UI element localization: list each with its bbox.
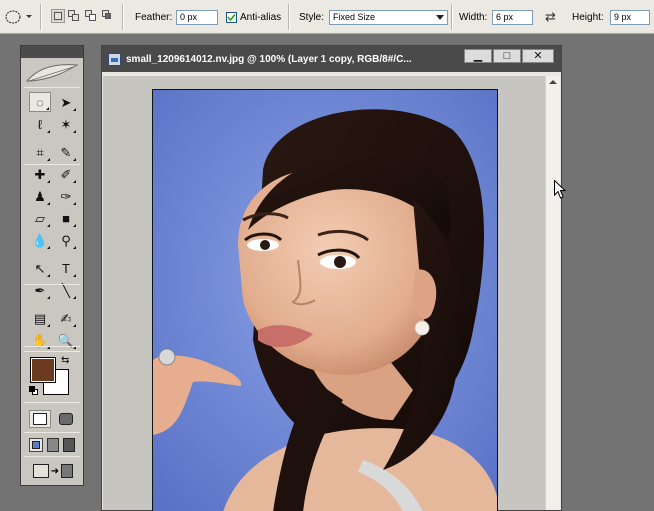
document-title: small_1209614012.nv.jpg @ 100% (Layer 1 … (126, 54, 412, 65)
imageready-icon (32, 464, 49, 478)
scroll-up-icon[interactable] (549, 80, 557, 84)
feather-icon (25, 64, 79, 82)
height-label: Height: (572, 11, 604, 23)
arrow-right-icon: ➜ (50, 465, 60, 477)
feather-label: Feather: (135, 11, 173, 23)
standard-mode-button[interactable] (29, 410, 51, 428)
jump-to-imageready-button[interactable]: ➜ (31, 462, 75, 480)
swap-colors-icon[interactable]: ⇆ (61, 355, 69, 366)
lasso-tool[interactable]: ℓ (29, 114, 51, 134)
add-to-selection-button[interactable] (67, 9, 81, 23)
history-brush-icon: ✑ (60, 188, 72, 204)
minimize-button[interactable]: ▁ (464, 49, 492, 63)
zoom-icon: 🔍 (57, 332, 75, 348)
path-selection-tool[interactable]: ↖ (29, 258, 51, 278)
clone-stamp-icon: ♟ (34, 188, 46, 204)
hand-icon: ✋ (31, 332, 49, 348)
brush-icon: ✐ (60, 166, 72, 182)
hand-tool[interactable]: ✋ (29, 330, 51, 350)
style-dropdown[interactable]: Fixed Size (329, 0, 448, 34)
mouse-pointer-icon (554, 180, 566, 199)
document-titlebar[interactable]: small_1209614012.nv.jpg @ 100% (Layer 1 … (102, 46, 561, 72)
feather-input[interactable]: 0 px (176, 9, 218, 25)
rect-marquee-icon: ◌ (36, 94, 44, 110)
move-icon: ➤ (60, 94, 72, 110)
clone-stamp-tool[interactable]: ♟ (29, 186, 51, 206)
checkbox-checked-icon (226, 11, 237, 23)
minimize-icon: ▁ (473, 50, 483, 62)
gradient-tool[interactable]: ■ (55, 208, 77, 228)
close-icon: ✕ (533, 50, 543, 62)
canvas-image[interactable] (152, 89, 498, 511)
eraser-tool[interactable]: ▱ (29, 208, 51, 228)
slice-tool[interactable]: ✎ (55, 142, 77, 162)
line-tool[interactable]: ╲ (55, 280, 77, 300)
style-dropdown-value: Fixed Size (333, 11, 376, 22)
pen-icon: ✒ (34, 282, 46, 298)
document-icon (108, 53, 121, 66)
magic-wand-icon: ✶ (60, 116, 72, 132)
tool-preset-picker[interactable] (4, 0, 32, 34)
foreground-color-swatch[interactable] (30, 357, 56, 383)
type-icon: T (62, 260, 70, 276)
toolbox-titlebar[interactable] (21, 46, 83, 58)
brush-tool[interactable]: ✐ (55, 164, 77, 184)
default-colors-icon[interactable] (29, 386, 38, 395)
new-selection-button[interactable] (51, 9, 65, 23)
magic-wand-tool[interactable]: ✶ (55, 114, 77, 134)
crop-icon: ⌗ (36, 144, 44, 160)
line-icon: ╲ (62, 282, 70, 298)
close-button[interactable]: ✕ (522, 49, 554, 63)
type-tool[interactable]: T (55, 258, 77, 278)
screen-mode-standard-button[interactable] (29, 438, 43, 452)
intersect-selection-button[interactable] (101, 9, 115, 23)
crop-tool[interactable]: ⌗ (29, 142, 51, 162)
healing-brush-tool[interactable]: ✚ (29, 164, 51, 184)
healing-brush-icon: ✚ (34, 166, 46, 182)
path-selection-icon: ↖ (34, 260, 46, 276)
notes-tool[interactable]: ▤ (29, 308, 51, 328)
quick-mask-mode-button[interactable] (55, 410, 77, 428)
maximize-icon: □ (503, 50, 511, 62)
antialias-label: Anti-alias (240, 11, 282, 23)
history-brush-tool[interactable]: ✑ (55, 186, 77, 206)
maximize-button[interactable]: □ (493, 49, 521, 63)
screen-mode-full-menu-button[interactable] (47, 438, 59, 452)
subtract-from-selection-button[interactable] (84, 9, 98, 23)
ellipse-marquee-icon (5, 10, 32, 24)
notes-icon: ▤ (33, 310, 47, 326)
rect-marquee-tool[interactable]: ◌ (29, 92, 51, 112)
chevron-down-icon (436, 14, 444, 20)
screen-mode-full-button[interactable] (63, 438, 75, 452)
style-label: Style: (299, 11, 325, 23)
dodge-icon: ⚲ (61, 232, 71, 248)
height-input[interactable]: 9 px (610, 9, 650, 25)
imageready-app-icon (61, 464, 74, 478)
width-input[interactable]: 6 px (492, 9, 533, 25)
eyedropper-icon: ✍ (60, 310, 72, 326)
vertical-scrollbar[interactable] (545, 76, 560, 510)
feather-logo[interactable] (23, 59, 81, 85)
antialias-checkbox[interactable]: Anti-alias (226, 0, 281, 34)
move-tool[interactable]: ➤ (55, 92, 77, 112)
gradient-icon: ■ (62, 210, 70, 226)
blur-tool[interactable]: 💧 (29, 230, 51, 250)
toolbox-panel: ◌ ➤ ℓ ✶ ⌗ ✎ ✚ ✐ ♟ ✑ ▱ ■ 💧 ⚲ ↖ T ✒ ╲ ▤ ✍ ✋ 🔍 ⇆ ➜ (20, 45, 84, 486)
swap-dimensions-icon[interactable]: ⇄ (545, 9, 556, 25)
eraser-icon: ▱ (35, 210, 45, 226)
slice-icon: ✎ (60, 144, 72, 160)
dodge-tool[interactable]: ⚲ (55, 230, 77, 250)
width-label: Width: (459, 11, 488, 23)
lasso-icon: ℓ (37, 116, 43, 132)
pen-tool[interactable]: ✒ (29, 280, 51, 300)
blur-icon: 💧 (31, 232, 49, 248)
portrait-photo (153, 90, 497, 511)
options-bar: Feather: 0 px Anti-alias Style: Fixed Si… (0, 0, 654, 34)
zoom-tool[interactable]: 🔍 (55, 330, 77, 350)
eyedropper-tool[interactable]: ✍ (55, 308, 77, 328)
